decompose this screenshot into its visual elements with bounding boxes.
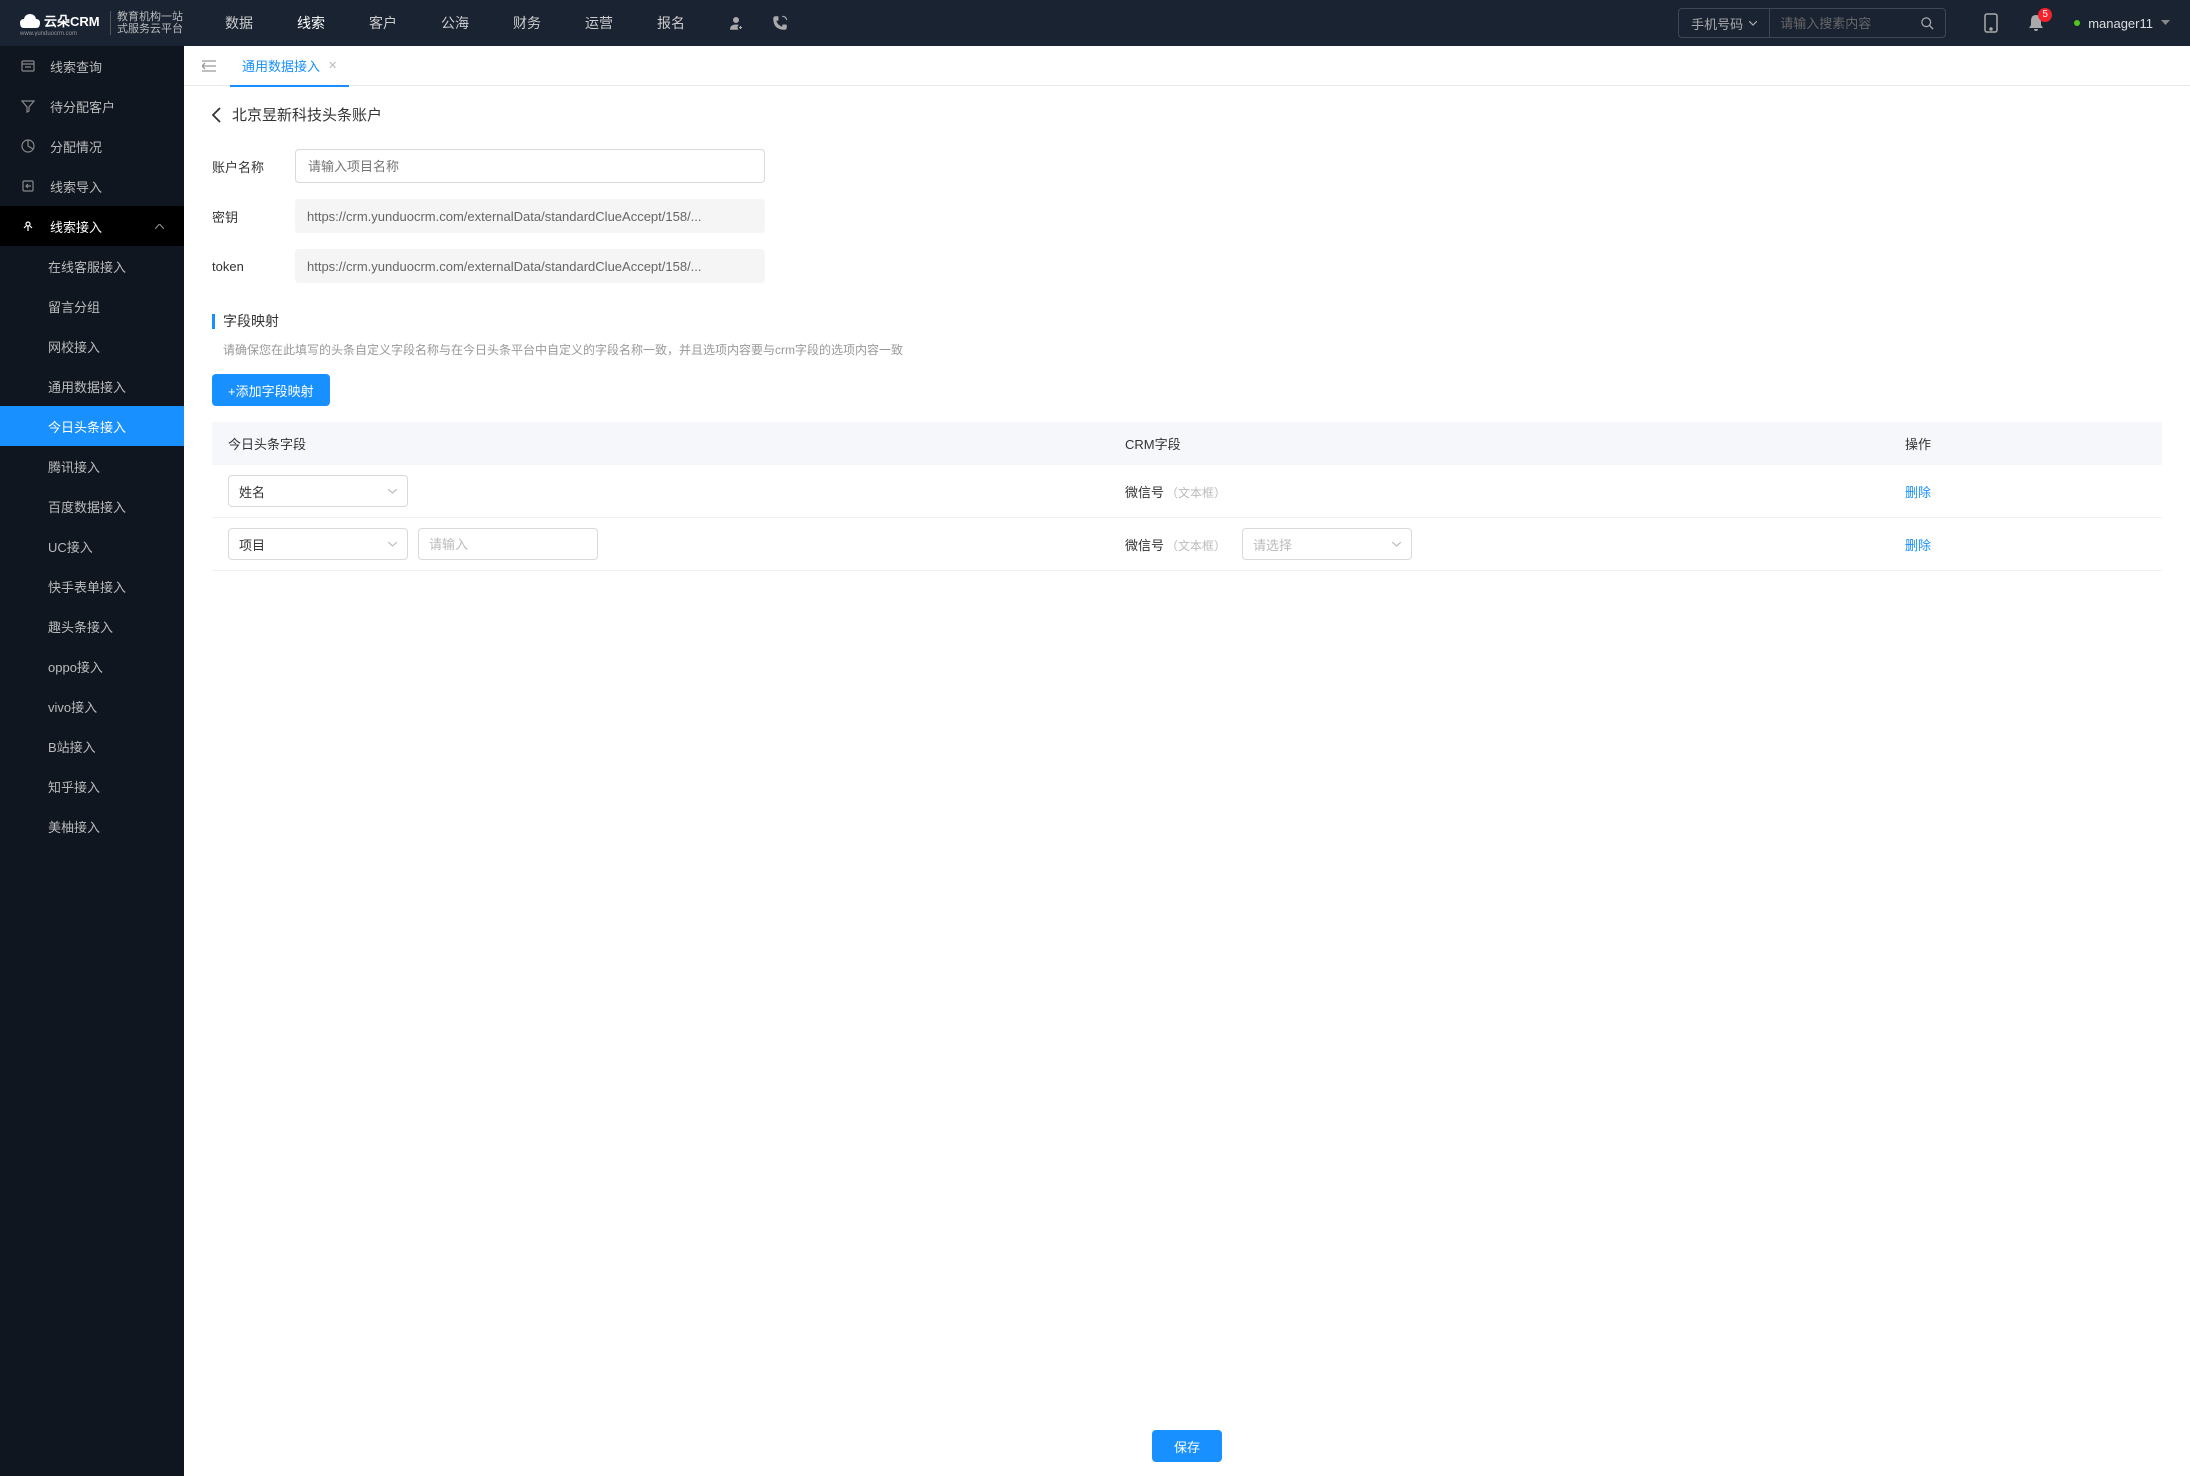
secret-label: 密钥 (212, 207, 277, 226)
crm-field-select[interactable]: 请选择 (1242, 528, 1412, 560)
col-source: 今日头条字段 (212, 422, 1109, 465)
search-button[interactable] (1910, 16, 1945, 31)
chevron-down-icon (2161, 20, 2170, 26)
notifications-button[interactable]: 5 (2028, 14, 2044, 32)
nav-item-clues[interactable]: 线索 (293, 0, 329, 46)
sidebar-sub-online-service[interactable]: 在线客服接入 (0, 246, 184, 286)
sidebar-sub-oppo[interactable]: oppo接入 (0, 646, 184, 686)
account-name-input[interactable] (295, 149, 765, 183)
phone-icon[interactable] (771, 14, 789, 32)
delete-row-button[interactable]: 删除 (1905, 538, 1931, 553)
page-title: 北京昱新科技头条账户 (232, 104, 382, 125)
user-menu[interactable]: manager11 (2074, 16, 2170, 31)
sidebar-item-pending[interactable]: 待分配客户 (0, 86, 184, 126)
col-action: 操作 (1889, 422, 2162, 465)
account-label: 账户名称 (212, 157, 277, 176)
status-dot-icon (2074, 20, 2080, 26)
nav-item-pool[interactable]: 公海 (437, 0, 473, 46)
chevron-down-icon (388, 489, 397, 494)
token-label: token (212, 259, 277, 274)
source-field-input[interactable] (418, 528, 598, 560)
sidebar-sub-toutiao[interactable]: 今日头条接入 (0, 406, 184, 446)
sidebar-sub-meiyou[interactable]: 美柚接入 (0, 806, 184, 846)
chevron-up-icon (155, 224, 164, 229)
tab-generic-access[interactable]: 通用数据接入 ✕ (230, 46, 349, 86)
table-row: 姓名 微信号 （文本框） 删除 (212, 465, 2162, 518)
mapping-table: 今日头条字段 CRM字段 操作 姓名 (212, 422, 2162, 571)
sidebar-item-import[interactable]: 线索导入 (0, 166, 184, 206)
svg-text:云朵CRM: 云朵CRM (44, 14, 100, 29)
search-input[interactable] (1770, 16, 1910, 31)
header-search: 手机号码 (1678, 8, 1946, 38)
collapse-tabs-button[interactable] (196, 60, 222, 72)
sidebar-sub-zhihu[interactable]: 知乎接入 (0, 766, 184, 806)
mobile-icon[interactable] (1984, 13, 1998, 33)
nav-item-customers[interactable]: 客户 (365, 0, 401, 46)
top-nav: 数据 线索 客户 公海 财务 运营 报名 (221, 0, 689, 46)
save-button[interactable]: 保存 (1152, 1430, 1222, 1462)
sidebar-sub-message-group[interactable]: 留言分组 (0, 286, 184, 326)
person-icon[interactable] (727, 14, 745, 32)
chevron-down-icon (1749, 21, 1757, 26)
sidebar-sub-qutoutiao[interactable]: 趣头条接入 (0, 606, 184, 646)
col-crm: CRM字段 (1109, 422, 1889, 465)
sidebar-sub-baidu[interactable]: 百度数据接入 (0, 486, 184, 526)
source-field-select[interactable]: 项目 (228, 528, 408, 560)
logo-icon: 云朵CRM www.yunduocrm.com (20, 10, 104, 36)
chevron-down-icon (1392, 542, 1401, 547)
sidebar-sub-tencent[interactable]: 腾讯接入 (0, 446, 184, 486)
sidebar-sub-school[interactable]: 网校接入 (0, 326, 184, 366)
token-input[interactable] (295, 249, 765, 283)
close-icon[interactable]: ✕ (328, 59, 337, 72)
sidebar-item-distribution[interactable]: 分配情况 (0, 126, 184, 166)
add-mapping-button[interactable]: +添加字段映射 (212, 374, 330, 406)
sidebar: 线索查询 待分配客户 分配情况 线索导入 线索接入 在线客服接入 留言分组 网校… (0, 46, 184, 1476)
notification-badge: 5 (2038, 8, 2052, 22)
sidebar-sub-kuaishou[interactable]: 快手表单接入 (0, 566, 184, 606)
back-button[interactable] (212, 107, 222, 123)
chevron-left-icon (212, 107, 222, 123)
tabs-bar: 通用数据接入 ✕ (184, 46, 2190, 86)
menu-fold-icon (202, 60, 216, 72)
filter-icon (20, 99, 36, 113)
nav-item-finance[interactable]: 财务 (509, 0, 545, 46)
section-description: 请确保您在此填写的头条自定义字段名称与在今日头条平台中自定义的字段名称一致，并且… (212, 341, 2162, 358)
svg-text:www.yunduocrm.com: www.yunduocrm.com (20, 31, 77, 36)
nav-item-ops[interactable]: 运营 (581, 0, 617, 46)
search-type-select[interactable]: 手机号码 (1679, 9, 1770, 37)
pie-icon (20, 139, 36, 153)
delete-row-button[interactable]: 删除 (1905, 485, 1931, 500)
logo-subtitle: 教育机构一站式服务云平台 (110, 11, 183, 35)
logo: 云朵CRM www.yunduocrm.com 教育机构一站式服务云平台 (20, 10, 183, 36)
table-row: 项目 微信号 （文本框） (212, 518, 2162, 571)
section-title: 字段映射 (223, 311, 279, 331)
import-icon (20, 179, 36, 193)
source-field-select[interactable]: 姓名 (228, 475, 408, 507)
user-name-label: manager11 (2088, 16, 2153, 31)
crm-field-label: 微信号 （文本框） (1125, 535, 1226, 554)
sidebar-sub-uc[interactable]: UC接入 (0, 526, 184, 566)
nav-item-enroll[interactable]: 报名 (653, 0, 689, 46)
sidebar-sub-vivo[interactable]: vivo接入 (0, 686, 184, 726)
plug-icon (20, 219, 36, 233)
chevron-down-icon (388, 542, 397, 547)
list-icon (20, 59, 36, 73)
nav-item-data[interactable]: 数据 (221, 0, 257, 46)
section-bar-icon (212, 314, 215, 329)
sidebar-sub-bilibili[interactable]: B站接入 (0, 726, 184, 766)
sidebar-sub-generic[interactable]: 通用数据接入 (0, 366, 184, 406)
search-icon (1920, 16, 1935, 31)
sidebar-item-clue-query[interactable]: 线索查询 (0, 46, 184, 86)
sidebar-item-access[interactable]: 线索接入 (0, 206, 184, 246)
secret-input[interactable] (295, 199, 765, 233)
crm-field-label: 微信号 （文本框） (1125, 482, 1226, 501)
